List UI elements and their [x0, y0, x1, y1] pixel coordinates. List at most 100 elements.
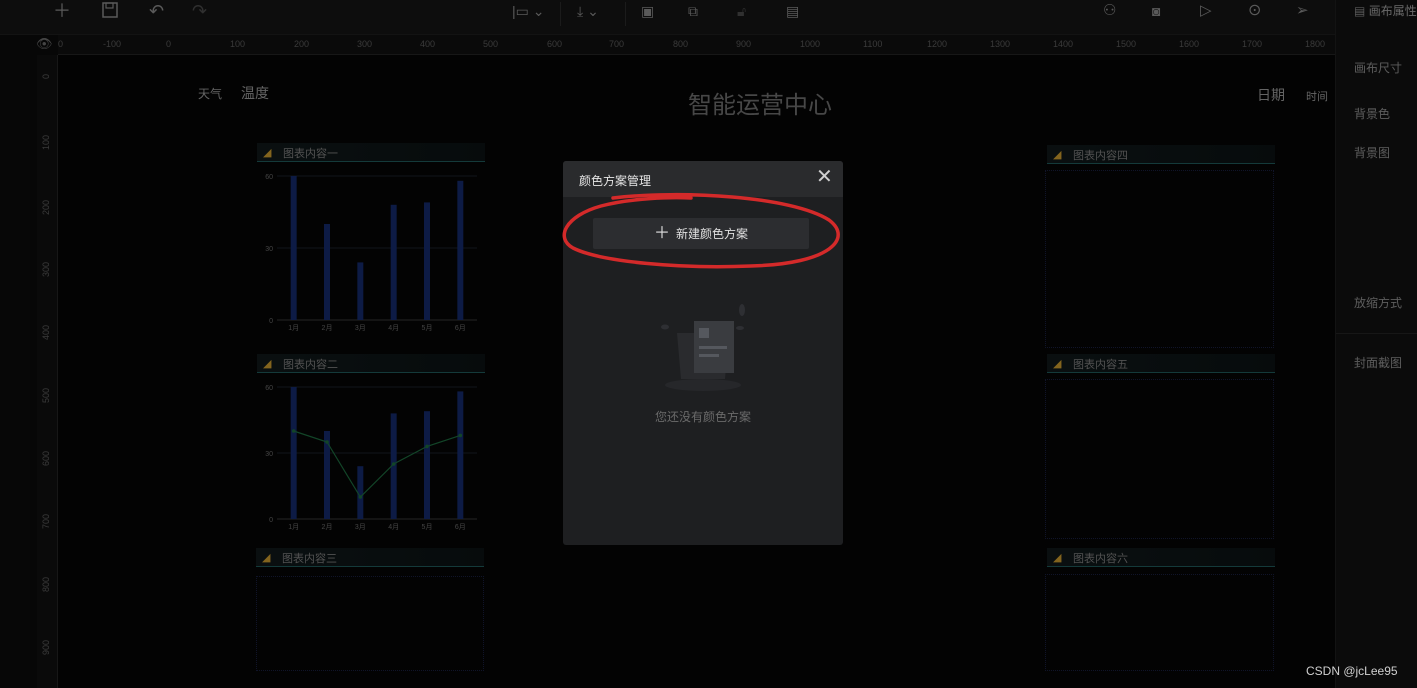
panel-header-4[interactable]: ◢ 图表内容四	[1047, 145, 1275, 164]
new-color-scheme-button[interactable]: ＋ 新建颜色方案	[593, 218, 809, 249]
panel-box-5[interactable]	[1045, 379, 1274, 539]
chart-icon: ◢	[263, 147, 272, 159]
panel-header-3[interactable]: ◢ 图表内容三	[256, 548, 484, 567]
bar	[390, 204, 397, 320]
lock-icon[interactable]: 🔓︎	[737, 2, 746, 20]
save-icon[interactable]	[102, 2, 118, 21]
time-label: 时间	[1306, 91, 1328, 103]
bar	[424, 202, 430, 320]
note-icon[interactable]: ▤	[786, 2, 799, 20]
ruler-left[interactable]: 0 100 200 300 400 500 600 700 800 900	[37, 55, 58, 688]
dashboard-title: 智能运营中心	[688, 92, 832, 119]
panel-box-6[interactable]	[1045, 574, 1274, 671]
undo-icon[interactable]: ↶	[149, 2, 164, 20]
bar	[290, 387, 297, 519]
bar	[357, 262, 364, 320]
empty-state-text: 您还没有颜色方案	[654, 410, 751, 424]
y-tick-label: 0	[269, 517, 273, 524]
bar	[457, 391, 464, 519]
bar-line-chart-2[interactable]: 0 30 60 1月 2月 3月 4月 5月 6月	[257, 377, 483, 537]
chart-icon: ◢	[262, 552, 271, 564]
empty-state-icon	[661, 304, 745, 391]
upload-icon[interactable]: ⊙	[1248, 2, 1261, 20]
scale-mode-label: 放缩方式	[1354, 296, 1403, 310]
send-icon[interactable]: ➢	[1296, 2, 1309, 20]
align-icon[interactable]: |▭ ⌄	[512, 2, 544, 20]
ruler-tick-label: 0	[166, 39, 172, 49]
bar	[290, 176, 297, 320]
background-color-label: 背景色	[1354, 107, 1391, 121]
chart-icon: ◢	[263, 358, 272, 370]
camera-icon[interactable]: ◙	[1152, 2, 1160, 20]
watermark: CSDN @jcLee95	[1306, 664, 1398, 678]
copy-icon[interactable]: ⧉	[688, 2, 698, 20]
layout-icon[interactable]: ▣	[641, 2, 654, 20]
ruler-tick-label: 300	[41, 261, 51, 277]
user-icon[interactable]: ⚇	[1103, 2, 1116, 20]
panel-header-2[interactable]: ◢ 图表内容二	[257, 354, 485, 373]
panel-header-5[interactable]: ◢ 图表内容五	[1047, 354, 1275, 373]
x-tick-label: 3月	[355, 324, 366, 332]
x-tick-label: 4月	[388, 523, 399, 531]
ruler-tick-label: 500	[483, 39, 499, 49]
x-tick-label: 5月	[422, 523, 433, 531]
canvas-size-label: 画布尺寸	[1354, 61, 1403, 75]
panel-box-4[interactable]	[1045, 170, 1274, 348]
ruler-tick-label: 1100	[863, 39, 883, 49]
ruler-tick-label: 400	[420, 39, 436, 49]
play-icon[interactable]: ▷	[1200, 2, 1212, 20]
background-image-label: 背景图	[1354, 146, 1391, 160]
line-point	[358, 495, 363, 499]
bar	[324, 224, 330, 320]
y-tick-label: 60	[265, 174, 273, 181]
ruler-tick-label: 900	[41, 639, 51, 655]
chart-icon: ◢	[1053, 552, 1062, 564]
bar-chart-1[interactable]: 0 30 60 1月 2月 3月 4月 5月 6月	[257, 166, 483, 346]
ruler-tick-label: 0	[58, 39, 64, 49]
redo-icon[interactable]: ↷	[192, 2, 207, 20]
y-tick-label: 0	[269, 318, 273, 325]
ruler-tick-label: 700	[41, 513, 51, 529]
y-tick-label: 30	[265, 451, 273, 458]
new-color-scheme-label: 新建颜色方案	[676, 227, 749, 241]
properties-panel-title[interactable]: ▤ 画布属性	[1354, 2, 1417, 19]
bar	[424, 411, 430, 519]
properties-panel: ▤ 画布属性 画布尺寸 背景色 背景图 放缩方式 封面截图	[1335, 0, 1417, 688]
ruler-tick-label: -100	[103, 39, 122, 49]
toolbar-divider	[625, 2, 626, 26]
weather-label: 天气	[198, 87, 223, 101]
y-tick-label: 60	[265, 385, 273, 392]
ruler-tick-label: 1800	[1305, 39, 1326, 49]
chart-icon: ◢	[1053, 149, 1062, 161]
ruler-tick-label: 900	[736, 39, 752, 49]
ruler-tick-label: 600	[41, 450, 51, 466]
ruler-tick-label: 1500	[1116, 39, 1137, 49]
panel-box-3[interactable]	[256, 576, 484, 671]
ruler-top[interactable]: 0 -100 0 100 200 300 400 500 600 700 800 900 1000 110…	[58, 35, 1335, 55]
download-icon[interactable]: ⤓ ⌄	[577, 2, 599, 20]
plus-icon[interactable]: ＋	[53, 2, 71, 20]
ruler-tick-label: 1300	[990, 39, 1011, 49]
ruler-tick-label: 400	[41, 324, 51, 340]
panel-header-1[interactable]: ◢ 图表内容一	[257, 143, 485, 162]
line-point	[425, 444, 429, 449]
toolbar-divider	[560, 2, 561, 26]
series-line	[293, 430, 461, 498]
line-point	[391, 462, 396, 466]
ruler-tick-label: 1400	[1053, 39, 1074, 49]
x-tick-label: 6月	[455, 523, 466, 531]
ruler-tick-label: 100	[41, 134, 51, 150]
ruler-tick-label: 600	[547, 39, 563, 49]
x-tick-label: 1月	[288, 523, 299, 531]
line-point	[325, 440, 329, 444]
close-icon[interactable]: ✕	[816, 167, 833, 187]
ruler-tick-label: 0	[41, 73, 51, 79]
x-tick-label: 2月	[322, 523, 333, 531]
ruler-tick-label: 800	[673, 39, 689, 49]
bar	[457, 180, 464, 320]
ruler-tick-label: 1700	[1242, 39, 1263, 49]
eye-icon[interactable]: 👁︎	[36, 36, 53, 52]
panel-header-6[interactable]: ◢ 图表内容六	[1047, 548, 1275, 567]
x-tick-label: 3月	[355, 523, 366, 531]
x-tick-label: 4月	[388, 324, 399, 332]
